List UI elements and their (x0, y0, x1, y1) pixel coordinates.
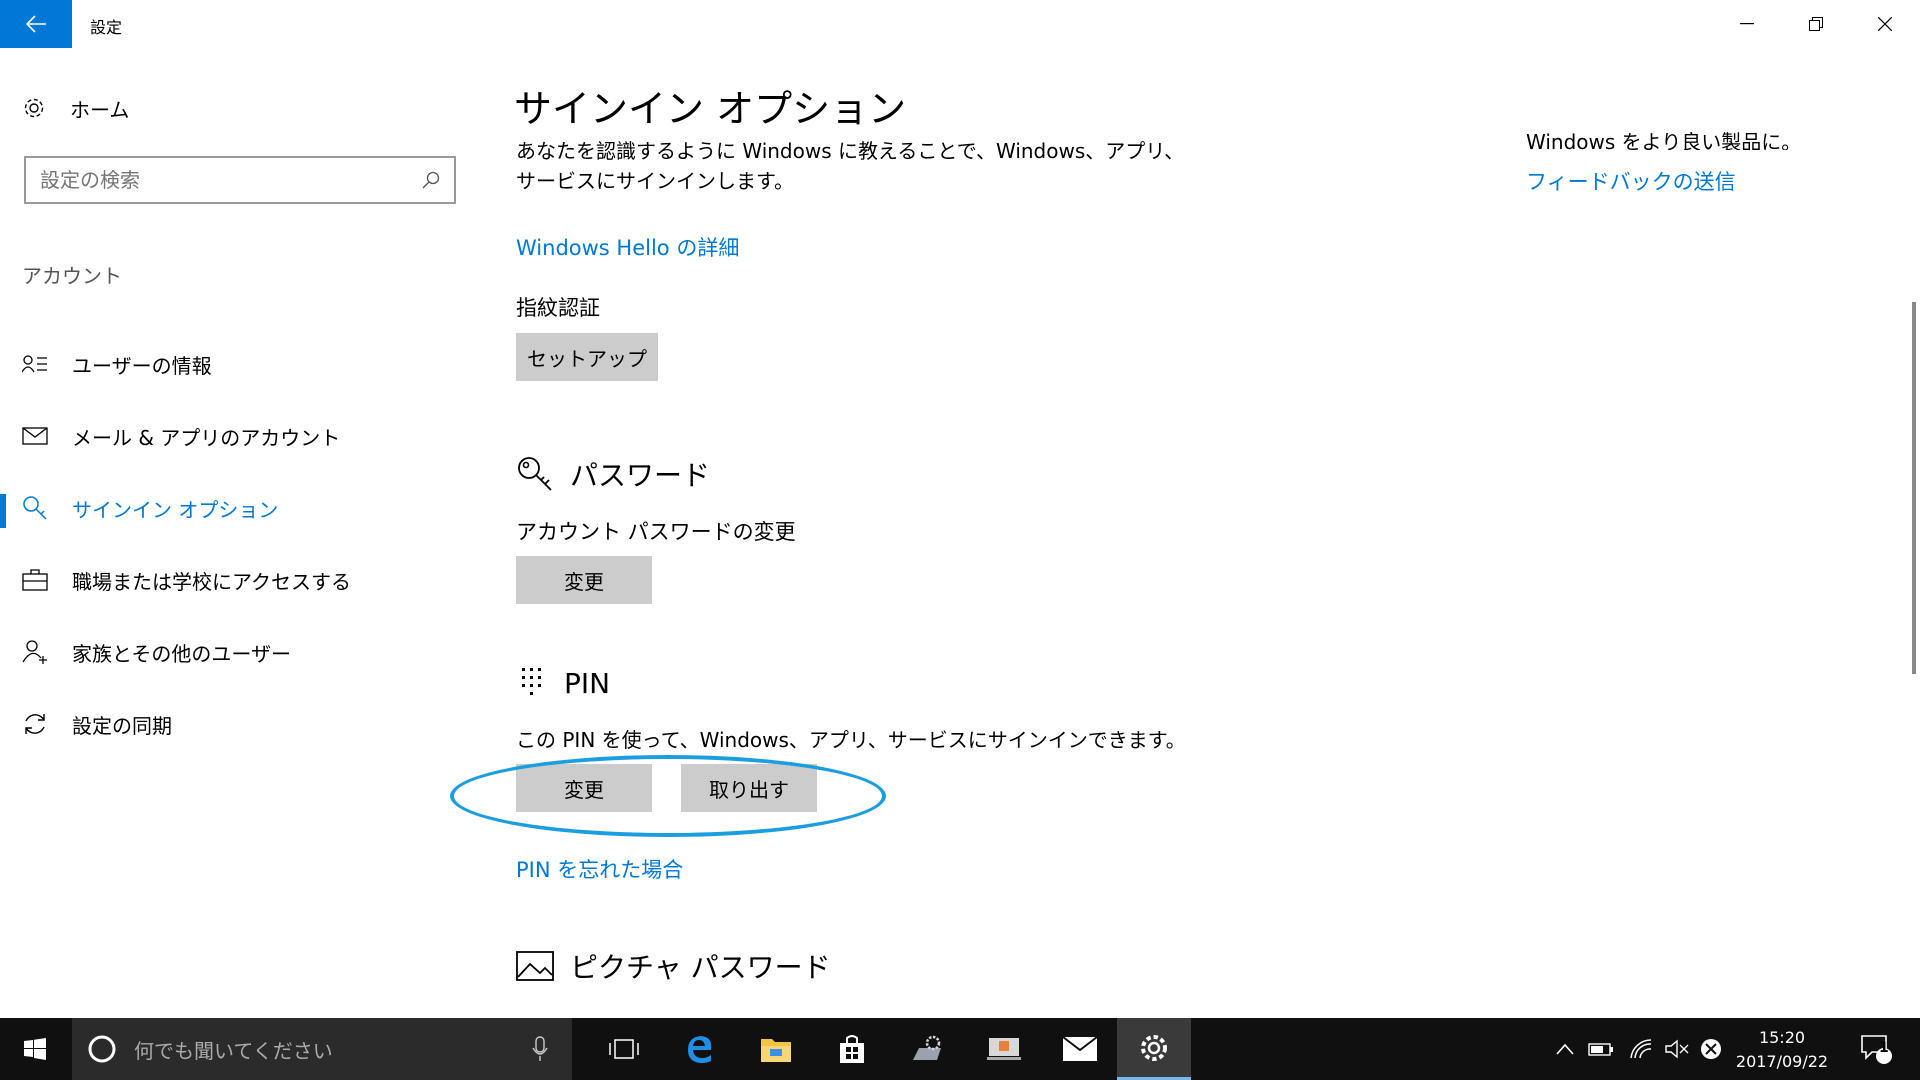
chevron-up-icon (1556, 1043, 1574, 1055)
send-feedback-link[interactable]: フィードバックの送信 (1526, 166, 1736, 196)
battery-icon (1588, 1043, 1613, 1056)
sidebar-item-sign-in-options[interactable]: サインイン オプション (0, 480, 480, 536)
password-change-button[interactable]: 変更 (516, 556, 652, 604)
mail-envelope-icon (1062, 1036, 1098, 1061)
settings-search-box[interactable] (24, 156, 456, 204)
user-info-icon (22, 354, 52, 374)
key-icon (22, 495, 52, 521)
window-title: 設定 (90, 18, 123, 37)
title-bar: 設定 (0, 0, 1920, 48)
sidebar-item-label: 設定の同期 (72, 713, 172, 738)
pin-remove-button[interactable]: 取り出す (681, 764, 817, 812)
notification-count: 1 (1879, 1040, 1889, 1056)
edge-button[interactable] (663, 1018, 737, 1080)
cortana-icon (88, 1035, 116, 1063)
store-button[interactable] (815, 1018, 889, 1080)
intro-text: あなたを認識するように Windows に教えることで、Windows、アプリ、… (516, 139, 1185, 193)
password-heading-text: パスワード (570, 459, 711, 492)
edge-icon (688, 1036, 712, 1063)
home-label: ホーム (70, 97, 130, 122)
microphone-icon[interactable] (532, 1036, 548, 1062)
folder-icon (761, 1039, 791, 1062)
sync-error-status[interactable] (1696, 1018, 1726, 1080)
presentation-app-button[interactable] (967, 1018, 1041, 1080)
clock[interactable]: 15:20 2017/09/22 (1724, 1026, 1840, 1074)
page-title: サインイン オプション (514, 87, 907, 131)
clock-date: 2017/09/22 (1735, 1052, 1829, 1071)
network-status[interactable] (1624, 1018, 1658, 1080)
windows-hello-link[interactable]: Windows Hello の詳細 (516, 232, 739, 262)
fingerprint-label: 指紋認証 (516, 296, 600, 320)
section-label-account: アカウント (22, 264, 122, 288)
start-button[interactable] (0, 1018, 70, 1080)
file-explorer-button[interactable] (739, 1018, 813, 1080)
pin-heading: PIN (520, 666, 610, 700)
show-hidden-icons-button[interactable] (1550, 1018, 1580, 1080)
action-center-button[interactable]: 1 (1852, 1018, 1902, 1080)
scrollbar[interactable] (1912, 302, 1916, 674)
sync-icon (22, 711, 52, 737)
clock-time: 15:20 (1758, 1028, 1806, 1047)
store-bag-icon (840, 1035, 864, 1063)
close-button[interactable] (1850, 0, 1920, 48)
wifi-icon (1630, 1039, 1652, 1059)
fingerprint-setup-button[interactable]: セットアップ (516, 333, 658, 381)
picture-icon (516, 951, 554, 981)
picture-password-heading-text: ピクチャ パスワード (570, 951, 831, 984)
feedback-caption: Windows をより良い製品に。 (1526, 130, 1802, 150)
windows-logo-icon (24, 1038, 46, 1060)
sidebar-item-label: 家族とその他のユーザー (72, 641, 291, 666)
battery-status[interactable] (1584, 1018, 1618, 1080)
search-icon[interactable] (422, 171, 440, 189)
settings-search-input[interactable] (40, 168, 422, 192)
password-key-icon (516, 455, 554, 493)
main-content: サインイン オプション あなたを認識するように Windows に教えることで、… (480, 48, 1920, 1018)
settings-app-button[interactable] (1117, 1018, 1191, 1080)
sidebar-item-user-info[interactable]: ユーザーの情報 (0, 336, 480, 392)
gear-laptop-icon (913, 1035, 941, 1060)
cortana-search-placeholder: 何でも聞いてください (134, 1038, 333, 1063)
notification-icon (1861, 1035, 1892, 1064)
sidebar: ホーム アカウント ユーザーの情報 メール & アプリのアカウント サインイン … (0, 48, 480, 1018)
taskbar: 何でも聞いてください 15:20 2017/09/22 1 (0, 1018, 1920, 1080)
gear-icon (22, 96, 50, 120)
task-view-icon (609, 1039, 639, 1059)
mail-app-button[interactable] (1043, 1018, 1117, 1080)
add-user-icon (22, 639, 52, 665)
sidebar-item-family-users[interactable]: 家族とその他のユーザー (0, 624, 480, 680)
sidebar-item-label: サインイン オプション (72, 497, 279, 522)
password-change-label: アカウント パスワードの変更 (516, 520, 796, 544)
sidebar-item-work-school[interactable]: 職場または学校にアクセスする (0, 552, 480, 608)
sidebar-item-label: ユーザーの情報 (72, 353, 212, 378)
minimize-icon (1740, 23, 1754, 25)
mail-icon (22, 427, 52, 445)
password-heading: パスワード (516, 454, 710, 494)
home-link[interactable]: ホーム (22, 90, 129, 126)
back-arrow-icon (25, 15, 46, 33)
pin-change-button[interactable]: 変更 (516, 764, 652, 812)
briefcase-icon (22, 569, 52, 591)
sidebar-item-label: メール & アプリのアカウント (72, 425, 341, 450)
cortana-search-box[interactable]: 何でも聞いてください (72, 1018, 572, 1080)
volume-status[interactable] (1660, 1018, 1694, 1080)
sidebar-item-sync-settings[interactable]: 設定の同期 (0, 696, 480, 752)
pin-description: この PIN を使って、Windows、アプリ、サービスにサインインできます。 (516, 728, 1186, 752)
keypad-icon (520, 666, 548, 700)
sidebar-item-email-accounts[interactable]: メール & アプリのアカウント (0, 408, 480, 464)
volume-muted-icon (1665, 1039, 1689, 1059)
error-circle-icon (1701, 1039, 1721, 1059)
tools-app-button[interactable] (891, 1018, 965, 1080)
settings-gear-icon (1141, 1034, 1167, 1061)
close-icon (1878, 17, 1892, 31)
restore-button[interactable] (1781, 0, 1851, 48)
forgot-pin-link[interactable]: PIN を忘れた場合 (516, 854, 683, 884)
picture-password-heading: ピクチャ パスワード (516, 946, 831, 986)
sidebar-item-label: 職場または学校にアクセスする (72, 569, 351, 594)
task-view-button[interactable] (587, 1018, 661, 1080)
back-button[interactable] (0, 0, 72, 48)
pin-heading-text: PIN (564, 666, 611, 700)
restore-icon (1809, 17, 1823, 31)
minimize-button[interactable] (1712, 0, 1782, 48)
monitor-icon (987, 1038, 1021, 1060)
